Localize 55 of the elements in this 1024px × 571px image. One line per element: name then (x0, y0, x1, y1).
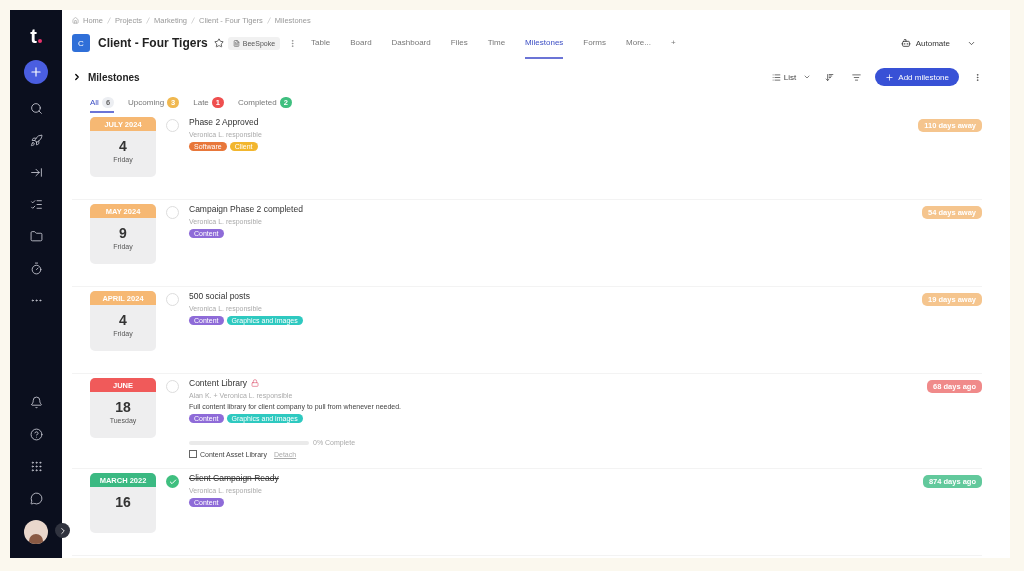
add-button[interactable] (24, 60, 48, 84)
list-view-button[interactable]: List (771, 72, 812, 82)
complete-checkbox[interactable] (166, 380, 179, 393)
star-icon[interactable] (213, 38, 224, 48)
day-number: 4 (119, 138, 127, 154)
view-tab[interactable]: More... (626, 27, 651, 59)
milestone-title[interactable]: Content Library (189, 378, 248, 388)
day-number: 16 (115, 494, 131, 510)
complete-checkbox[interactable] (166, 293, 179, 306)
home-icon (72, 17, 79, 24)
section-title: Milestones (88, 71, 140, 83)
day-number: 18 (115, 399, 131, 415)
slash-icon (191, 17, 196, 24)
logo-dot-icon (37, 39, 42, 43)
caret-icon (803, 73, 812, 81)
view-tab[interactable]: Board (350, 27, 372, 59)
robot-icon (900, 38, 911, 48)
view-tab[interactable]: Table (311, 27, 331, 59)
list-icon (771, 72, 781, 82)
milestone-title[interactable]: Client Campaign Ready (189, 473, 279, 483)
milestone-title[interactable]: Phase 2 Approved (189, 117, 259, 127)
filter-icon (852, 72, 862, 82)
logo: t (30, 26, 37, 46)
check-icon (168, 477, 177, 486)
view-tab[interactable]: Time (487, 27, 506, 59)
slash-icon (266, 17, 271, 24)
more-button[interactable] (973, 72, 982, 82)
add-milestone-button[interactable]: Add milestone (875, 68, 959, 86)
plus-icon (29, 65, 43, 79)
milestone-title[interactable]: 500 social posts (189, 291, 250, 301)
more-icon (973, 72, 982, 82)
avatar[interactable] (24, 520, 48, 544)
complete-checkbox[interactable] (166, 206, 179, 219)
expand-icon[interactable] (72, 72, 82, 82)
complete-checkbox[interactable] (166, 475, 179, 488)
view-tab[interactable]: Files (450, 27, 468, 59)
automate-button[interactable]: Automate (894, 37, 982, 49)
project-title: Client - Four Tigers (98, 36, 208, 50)
project-badge: C (72, 34, 90, 52)
view-tab[interactable]: Dashboard (391, 27, 431, 59)
view-tab[interactable]: Milestones (525, 27, 564, 59)
add-tab[interactable]: + (670, 27, 676, 59)
sort-icon (825, 72, 835, 82)
view-tab[interactable]: Forms (583, 27, 607, 59)
slash-icon (146, 17, 151, 24)
plus-icon (885, 72, 895, 82)
day-number: 4 (119, 312, 127, 328)
sort-button[interactable] (825, 72, 835, 82)
filter-button[interactable] (852, 72, 862, 82)
task-checkbox[interactable] (189, 450, 197, 458)
milestone-title[interactable]: Campaign Phase 2 completed (189, 204, 303, 214)
document-icon (232, 39, 240, 47)
lock-icon (251, 379, 260, 387)
day-number: 9 (119, 225, 127, 241)
complete-checkbox[interactable] (166, 119, 179, 132)
